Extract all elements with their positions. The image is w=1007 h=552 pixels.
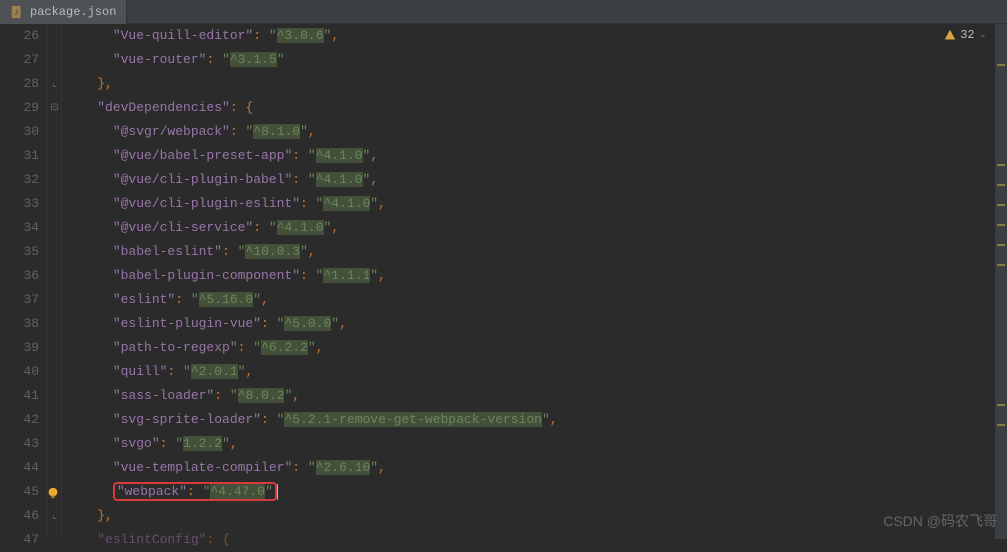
code-line[interactable]: "babel-plugin-component": "^1.1.1", [66, 264, 1007, 288]
fold-marker[interactable] [48, 216, 61, 240]
fold-marker[interactable] [48, 336, 61, 360]
fold-marker[interactable] [48, 456, 61, 480]
code-line[interactable]: "quill": "^2.0.1", [66, 360, 1007, 384]
code-line[interactable]: }, [66, 504, 1007, 528]
fold-gutter: ⌞⊟⌞ [48, 24, 62, 539]
line-number: 31 [0, 144, 39, 168]
code-line[interactable]: "path-to-regexp": "^6.2.2", [66, 336, 1007, 360]
scrollbar[interactable] [995, 24, 1007, 539]
line-number: 30 [0, 120, 39, 144]
code-line[interactable]: "Vue-quill-editor": "^3.0.6", [66, 24, 1007, 48]
code-line[interactable]: "@vue/babel-preset-app": "^4.1.0", [66, 144, 1007, 168]
fold-marker[interactable] [48, 168, 61, 192]
line-number: 41 [0, 384, 39, 408]
fold-marker[interactable] [48, 240, 61, 264]
fold-marker[interactable] [48, 120, 61, 144]
tab-bar: J package.json [0, 0, 1007, 24]
line-number: 34 [0, 216, 39, 240]
fold-marker[interactable] [48, 528, 61, 552]
line-number: 37 [0, 288, 39, 312]
line-number: 33 [0, 192, 39, 216]
line-number: 35 [0, 240, 39, 264]
line-number: 39 [0, 336, 39, 360]
fold-marker[interactable] [48, 24, 61, 48]
code-line[interactable]: "webpack": "^4.47.0" [66, 480, 1007, 504]
code-line[interactable]: "vue-template-compiler": "^2.6.10", [66, 456, 1007, 480]
line-number: 27 [0, 48, 39, 72]
fold-marker[interactable] [48, 264, 61, 288]
code-line[interactable]: "@vue/cli-plugin-babel": "^4.1.0", [66, 168, 1007, 192]
lightbulb-icon[interactable] [46, 486, 60, 500]
fold-marker[interactable] [48, 408, 61, 432]
fold-marker[interactable] [48, 432, 61, 456]
fold-marker[interactable]: ⊟ [48, 96, 61, 120]
line-number: 43 [0, 432, 39, 456]
line-number: 28 [0, 72, 39, 96]
code-line[interactable]: "devDependencies": { [66, 96, 1007, 120]
svg-text:J: J [14, 9, 18, 16]
fold-marker[interactable]: ⌞ [48, 504, 61, 528]
line-number: 26 [0, 24, 39, 48]
line-number: 32 [0, 168, 39, 192]
fold-marker[interactable] [48, 384, 61, 408]
code-line[interactable]: "babel-eslint": "^10.0.3", [66, 240, 1007, 264]
code-line[interactable]: }, [66, 72, 1007, 96]
fold-marker[interactable]: ⌞ [48, 72, 61, 96]
line-number: 42 [0, 408, 39, 432]
code-area[interactable]: "Vue-quill-editor": "^3.0.6", "vue-route… [62, 24, 1007, 539]
fold-marker[interactable] [48, 360, 61, 384]
fold-marker[interactable] [48, 192, 61, 216]
line-number: 40 [0, 360, 39, 384]
code-line[interactable]: "eslint": "^5.16.0", [66, 288, 1007, 312]
code-line[interactable]: "sass-loader": "^8.0.2", [66, 384, 1007, 408]
tab-filename: package.json [30, 5, 116, 19]
line-number: 46 [0, 504, 39, 528]
fold-marker[interactable] [48, 48, 61, 72]
line-number: 47 [0, 528, 39, 552]
file-tab[interactable]: J package.json [0, 0, 127, 24]
code-line[interactable]: "vue-router": "^3.1.5" [66, 48, 1007, 72]
fold-marker[interactable] [48, 144, 61, 168]
fold-marker[interactable] [48, 288, 61, 312]
line-number: 38 [0, 312, 39, 336]
line-number: 44 [0, 456, 39, 480]
code-line[interactable]: "svg-sprite-loader": "^5.2.1-remove-get-… [66, 408, 1007, 432]
code-line[interactable]: "@vue/cli-plugin-eslint": "^4.1.0", [66, 192, 1007, 216]
editor[interactable]: 2627282930313233343536373839404142434445… [0, 24, 1007, 539]
json-file-icon: J [10, 5, 24, 19]
fold-marker[interactable] [48, 312, 61, 336]
line-number: 45 [0, 480, 39, 504]
code-line[interactable]: "eslint-plugin-vue": "^5.0.0", [66, 312, 1007, 336]
line-number: 36 [0, 264, 39, 288]
code-line[interactable]: "svgo": "1.2.2", [66, 432, 1007, 456]
watermark: CSDN @码农飞哥 [883, 511, 997, 531]
line-number: 29 [0, 96, 39, 120]
code-line[interactable]: "eslintConfig": { [66, 528, 1007, 552]
code-line[interactable]: "@vue/cli-service": "^4.1.0", [66, 216, 1007, 240]
line-number-gutter: 2627282930313233343536373839404142434445… [0, 24, 48, 539]
code-line[interactable]: "@svgr/webpack": "^8.1.0", [66, 120, 1007, 144]
